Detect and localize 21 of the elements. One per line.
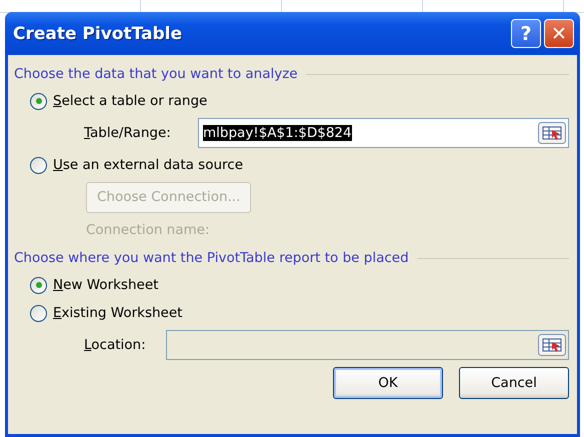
radio-label[interactable]: Use an external data source <box>53 157 244 173</box>
field-label: Table/Range: <box>84 125 172 141</box>
section-heading: Choose the data that you want to analyze <box>14 66 298 82</box>
connection-name-label: Connection name: <box>86 222 210 238</box>
radio-label[interactable]: Existing Worksheet <box>53 305 182 321</box>
radio-label[interactable]: New Worksheet <box>53 277 158 293</box>
radio-button[interactable] <box>30 276 47 294</box>
radio-button[interactable] <box>30 304 47 322</box>
radio-label[interactable]: Select a table or range <box>53 93 208 109</box>
field-value: mlbpay!$A$1:$D$824 <box>203 125 352 141</box>
close-button[interactable]: ✕ <box>544 19 574 48</box>
window-title: Create PivotTable <box>13 24 182 44</box>
radio-button[interactable] <box>30 156 47 174</box>
section-heading: Choose where you want the PivotTable report to be placed <box>14 250 409 266</box>
cancel-button[interactable]: Cancel <box>459 367 569 399</box>
help-button[interactable]: ? <box>511 19 541 48</box>
ok-button[interactable]: OK <box>333 367 443 399</box>
field-label: Location: <box>84 337 147 353</box>
range-picker-icon[interactable] <box>538 122 566 144</box>
radio-button[interactable] <box>30 92 47 110</box>
input-field[interactable]: mlbpay!$A$1:$D$824 <box>198 118 569 148</box>
